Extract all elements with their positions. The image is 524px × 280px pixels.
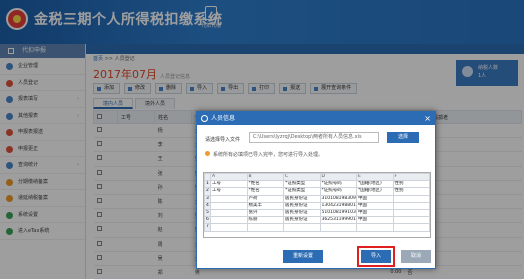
sheet-column-header: B xyxy=(246,173,284,182)
sheet-column-header: F xyxy=(392,173,430,182)
sheet-cell: 中国 xyxy=(356,216,394,225)
sheet-row: 7 xyxy=(204,223,430,232)
sheet-cell: *姓名 xyxy=(246,180,284,189)
sheet-cell xyxy=(392,201,430,210)
sheet-cell xyxy=(210,216,248,225)
sheet-cell xyxy=(392,208,430,218)
sheet-column-header: C xyxy=(283,173,321,182)
sheet-cell xyxy=(283,223,321,232)
sheet-cell xyxy=(246,223,284,232)
sheet-cell: 中国 xyxy=(356,194,394,203)
warning-icon xyxy=(205,151,210,156)
sheet-row: 2 工号 *姓名 *证照类型 *证照号码 *国籍(地区) 性别 xyxy=(204,187,430,196)
sheet-cell: *证照号码 xyxy=(319,187,357,196)
sheet-cell: 居民身份证 xyxy=(283,208,321,218)
sheet-row: 1 工号 *姓名 *证照类型 *证照号码 *国籍(地区) 性别 xyxy=(204,180,430,189)
sheet-cell: 居民身份证 xyxy=(283,216,321,225)
sheet-cell: 中国 xyxy=(356,208,394,218)
sheet-cell xyxy=(210,194,248,203)
sheet-cell: 工号 xyxy=(210,187,248,196)
sheet-cell: 张兴 xyxy=(246,208,284,218)
cancel-button[interactable]: 取消 xyxy=(401,250,431,263)
sheet-column-header: D xyxy=(319,173,357,182)
sheet-cell: *姓名 xyxy=(246,187,284,196)
close-icon[interactable]: × xyxy=(424,112,431,125)
sheet-cell xyxy=(319,223,357,232)
sheet-cell: *证照号码 xyxy=(319,180,357,189)
sheet-cell: 居民身份证 xyxy=(283,194,321,203)
sheet-cell: 陈丽 xyxy=(246,216,284,225)
sheet-cell: 居民身份证 xyxy=(283,201,321,210)
sheet-cell: 工号 xyxy=(210,180,248,189)
sheet-cell xyxy=(392,216,430,225)
sheet-cell: *国籍(地区) xyxy=(356,180,394,189)
sheet-column-header: A xyxy=(210,173,248,182)
sheet-cell: 杨美丰 xyxy=(246,201,284,210)
sheet-cell: *证照类型 xyxy=(283,187,321,196)
import-tip: 系统所有必填项已导入完毕，您可进行导入处理。 xyxy=(205,151,323,158)
sheet-cell xyxy=(392,223,430,232)
sheet-cell: 510108199103 xyxy=(319,208,357,218)
sheet-cell: 中国 xyxy=(356,201,394,210)
sheet-cell xyxy=(356,223,394,232)
sheet-row: 3 卢荷 居民身份证 310108198309 中国 xyxy=(204,194,430,203)
sheet-column-header: E xyxy=(356,173,394,182)
personnel-import-dialog: 人员信息 × 请选择导入文件 C:\Users\lyzrqj\Desktop\两者… xyxy=(196,111,436,269)
sheet-row: 4 杨美丰 居民身份证 130423198801 中国 xyxy=(204,201,430,210)
sheet-cell: *国籍(地区) xyxy=(356,187,394,196)
sheet-row: 5 张兴 居民身份证 510108199103 中国 xyxy=(204,208,430,218)
sheet-cell xyxy=(210,208,248,218)
reset-button[interactable]: 重新设置 xyxy=(283,250,323,263)
file-path-input[interactable]: C:\Users\lyzrqj\Desktop\两者所有人员信息.xls xyxy=(249,132,379,143)
sheet-cell xyxy=(210,223,248,232)
sheet-cell xyxy=(392,194,430,203)
sheet-cell: 卢荷 xyxy=(246,194,284,203)
spreadsheet-preview: A B C D E F 1 工号 *姓名 *证照类型 *证照号码 *国籍(地区) 性别 2 工号 *姓名 *证照… xyxy=(203,172,431,238)
info-icon xyxy=(201,115,208,122)
sheet-cell: 性别 xyxy=(392,180,430,189)
sheet-cell: 130423198801 xyxy=(319,201,357,210)
file-label: 请选择导入文件 xyxy=(205,137,241,143)
sheet-column-header-row: ABCDEF xyxy=(204,173,430,182)
sheet-cell xyxy=(210,201,248,210)
choose-file-button[interactable]: 选择 xyxy=(387,132,419,143)
sheet-cell: 362531199901 xyxy=(319,216,357,225)
sheet-cell: 性别 xyxy=(392,187,430,196)
import-button[interactable]: 导入 xyxy=(357,246,395,267)
dialog-title: 人员信息 × xyxy=(197,112,435,125)
sheet-cell: *证照类型 xyxy=(283,180,321,189)
sheet-row: 6 陈丽 居民身份证 362531199901 中国 xyxy=(204,216,430,225)
sheet-cell: 310108198309 xyxy=(319,194,357,203)
